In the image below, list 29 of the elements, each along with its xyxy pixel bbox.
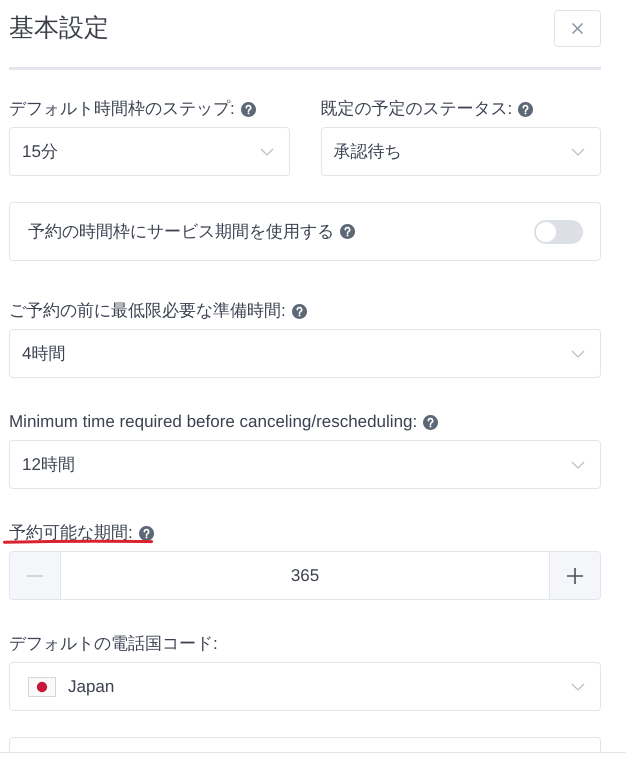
help-icon[interactable]	[423, 414, 438, 430]
help-icon[interactable]	[340, 224, 355, 239]
number-input[interactable]: 365	[61, 552, 549, 599]
flag-icon	[28, 676, 56, 696]
dropdown-field[interactable]: 承認待ち	[320, 127, 601, 176]
field-label: ご予約の前に最低限必要な準備時間:	[9, 301, 286, 321]
field-label: 既定の予定のステータス:	[320, 99, 512, 119]
chevron-down-icon	[571, 350, 585, 358]
setting-label: 予約の時間枠にサービス期間を使用する	[28, 222, 334, 242]
plus-icon	[567, 568, 583, 584]
help-icon[interactable]	[138, 526, 154, 540]
minus-icon	[27, 574, 43, 576]
dropdown-field[interactable]: 12時間	[9, 440, 601, 489]
field-label: Minimum time required before canceling/rescheduling:	[9, 412, 418, 432]
close-icon	[572, 23, 583, 34]
toggle-switch[interactable]	[534, 220, 583, 244]
chevron-down-icon	[571, 682, 585, 690]
chevron-down-icon	[260, 148, 274, 156]
chevron-down-icon	[571, 148, 585, 156]
help-icon[interactable]	[292, 304, 307, 318]
field-label: デフォルトの電話国コード:	[9, 634, 218, 654]
dialog-title: 基本設定	[9, 13, 109, 44]
help-icon[interactable]	[240, 102, 256, 116]
dropdown-field[interactable]: 15分	[9, 127, 290, 176]
help-icon[interactable]	[518, 102, 534, 116]
chevron-down-icon	[571, 460, 585, 468]
field-label: デフォルト時間枠のステップ:	[9, 99, 235, 119]
dropdown-field[interactable]: Japan	[9, 662, 601, 711]
dropdown-field[interactable]: 4時間	[9, 329, 601, 378]
